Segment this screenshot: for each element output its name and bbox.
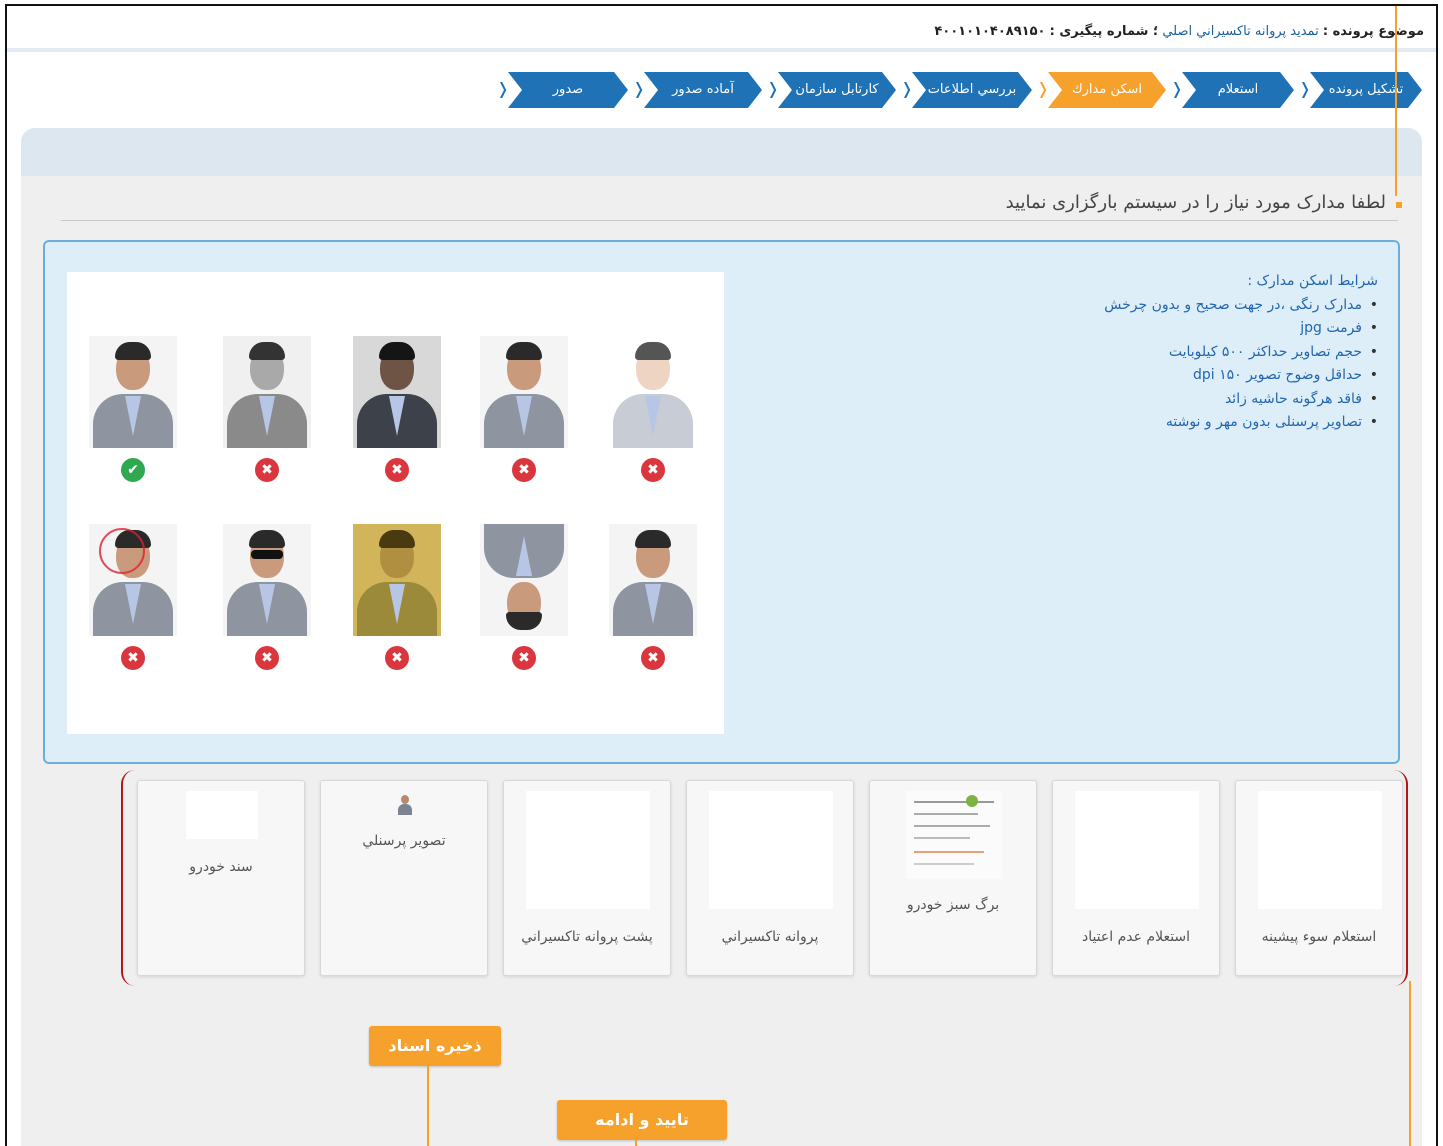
sample-photo <box>609 524 697 636</box>
document-label: استعلام سوء پيشينه <box>1261 929 1377 945</box>
tracking-number: ۴۰۰۱۰۱۰۴۰۸۹۱۵۰ <box>934 24 1046 39</box>
chevron-left-icon: ❬ <box>762 78 784 102</box>
sample-photo <box>609 336 697 448</box>
file-subject: موضوع پرونده : تمديد پروانه تاكسيراني اص… <box>934 24 1424 39</box>
document-card[interactable]: پروانه تاكسيراني <box>686 780 854 976</box>
wizard-step[interactable]: آماده صدور <box>644 72 762 108</box>
wizard-steps: تشكيل پرونده ❬ استعلام ❬ اسكن مدارك ❬ بررسي اط… <box>492 72 1422 108</box>
section-ribbon <box>21 128 1422 176</box>
callout-line <box>635 1140 637 1146</box>
conditions-list: مدارک رنگی ،در جهت صحیح و بدون چرخشفرمت … <box>1104 294 1378 435</box>
sample-photo <box>223 524 311 636</box>
callout-line <box>427 1064 429 1146</box>
wizard-step-label: كارتابل سازمان <box>795 82 879 97</box>
sample-photos-panel: ✔ ✖ ✖ ✖ ✖ ✖ ✖ ✖ ✖ ✖ <box>67 272 724 734</box>
document-label: تصوير پرسنلي <box>362 833 446 849</box>
check-circle-icon: ✔ <box>121 458 145 482</box>
condition-item: تصاویر پرسنلی بدون مهر و نوشته <box>1104 411 1378 435</box>
file-info-bar: موضوع پرونده : تمديد پروانه تاكسيراني اص… <box>7 6 1436 52</box>
x-circle-icon: ✖ <box>641 646 665 670</box>
wizard-step[interactable]: صدور <box>508 72 628 108</box>
save-documents-button[interactable]: ذخیره اسناد <box>369 1026 501 1066</box>
scan-conditions-panel: شرایط اسکن مدارک : مدارک رنگی ،در جهت صح… <box>43 240 1400 764</box>
subject-label: موضوع پرونده : <box>1322 24 1424 39</box>
wizard-step-label: تشكيل پرونده <box>1328 82 1404 97</box>
callout-line <box>1409 981 1411 1146</box>
x-circle-icon: ✖ <box>385 646 409 670</box>
sample-photo <box>223 336 311 448</box>
x-circle-icon: ✖ <box>255 646 279 670</box>
chevron-left-icon: ❬ <box>628 78 650 102</box>
chevron-left-icon: ❬ <box>1032 78 1054 102</box>
wizard-step[interactable]: تشكيل پرونده <box>1310 72 1422 108</box>
document-card[interactable]: سند خودرو <box>137 780 305 976</box>
divider <box>61 220 1398 221</box>
document-label: پشت پروانه تاكسيراني <box>521 929 653 945</box>
document-label: سند خودرو <box>189 859 253 875</box>
document-card[interactable]: استعلام عدم اعتياد <box>1052 780 1220 976</box>
conditions-title: شرایط اسکن مدارک : <box>1247 273 1378 289</box>
x-circle-icon: ✖ <box>641 458 665 482</box>
confirm-continue-button[interactable]: تایید و ادامه <box>557 1100 727 1140</box>
instruction-bullet-icon <box>1396 202 1402 208</box>
sample-photo <box>89 336 177 448</box>
x-circle-icon: ✖ <box>385 458 409 482</box>
condition-item: حجم تصاویر حداکثر ۵۰۰ کیلوبایت <box>1104 341 1378 365</box>
sample-photo <box>480 336 568 448</box>
x-circle-icon: ✖ <box>512 646 536 670</box>
document-label: برگ سبز خودرو <box>906 897 1000 913</box>
sample-photo <box>89 524 177 636</box>
condition-item: حداقل وضوح تصویر ۱۵۰ dpi <box>1104 364 1378 388</box>
sample-photo <box>353 336 441 448</box>
wizard-step[interactable]: اسكن مدارك <box>1048 72 1166 108</box>
main-content: لطفا مدارک مورد نیاز را در سیستم بارگزار… <box>21 176 1422 1146</box>
document-card[interactable]: استعلام سوء پيشينه <box>1235 780 1403 976</box>
chevron-left-icon: ❬ <box>1294 78 1316 102</box>
chevron-left-icon: ❬ <box>896 78 918 102</box>
empty-thumbnail <box>526 791 650 909</box>
chevron-left-icon: ❬ <box>1166 78 1188 102</box>
condition-item: فاقد هرگونه حاشیه زائد <box>1104 388 1378 412</box>
chevron-left-icon: ❬ <box>492 78 514 102</box>
x-circle-icon: ✖ <box>512 458 536 482</box>
document-card[interactable]: پشت پروانه تاكسيراني <box>503 780 671 976</box>
wizard-step-label: اسكن مدارك <box>1071 82 1143 97</box>
x-circle-icon: ✖ <box>121 646 145 670</box>
empty-thumbnail <box>186 791 258 839</box>
wizard-step-label: استعلام <box>1217 82 1259 97</box>
wizard-step[interactable]: كارتابل سازمان <box>778 72 896 108</box>
empty-thumbnail <box>1258 791 1382 909</box>
sample-photo <box>480 524 568 636</box>
tracking-label: ؛ شماره پیگیری : <box>1049 24 1159 39</box>
callout-line <box>1395 6 1397 196</box>
empty-thumbnail <box>709 791 833 909</box>
subject-value: تمديد پروانه تاكسيراني اصلي <box>1162 24 1319 39</box>
empty-thumbnail <box>1075 791 1199 909</box>
wizard-step-label: صدور <box>552 82 584 97</box>
wizard-step-label: بررسي اطلاعات <box>927 82 1017 97</box>
document-card[interactable]: برگ سبز خودرو <box>869 780 1037 976</box>
document-label: استعلام عدم اعتياد <box>1081 929 1191 945</box>
document-card[interactable]: تصوير پرسنلي <box>320 780 488 976</box>
condition-item: مدارک رنگی ،در جهت صحیح و بدون چرخش <box>1104 294 1378 318</box>
upload-instruction: لطفا مدارک مورد نیاز را در سیستم بارگزار… <box>1005 192 1386 213</box>
document-label: پروانه تاكسيراني <box>721 929 819 945</box>
x-circle-icon: ✖ <box>255 458 279 482</box>
person-thumbnail-icon <box>397 795 413 817</box>
condition-item: فرمت jpg <box>1104 317 1378 341</box>
app-frame: موضوع پرونده : تمديد پروانه تاكسيراني اص… <box>5 4 1438 1146</box>
wizard-step[interactable]: استعلام <box>1182 72 1294 108</box>
document-thumbnail <box>906 791 1002 879</box>
wizard-step-label: آماده صدور <box>672 82 734 97</box>
sample-photo <box>353 524 441 636</box>
wizard-step[interactable]: بررسي اطلاعات <box>912 72 1032 108</box>
scan-conditions: شرایط اسکن مدارک : مدارک رنگی ،در جهت صح… <box>1104 270 1378 435</box>
